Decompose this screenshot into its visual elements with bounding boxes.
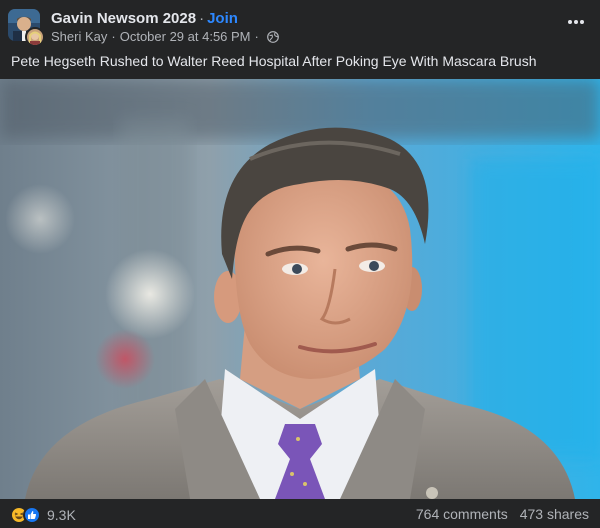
separator-dot: · <box>199 10 205 27</box>
post-timestamp-link[interactable]: October 29 at 4:56 PM <box>120 29 251 44</box>
reactions-summary[interactable]: 9.3K <box>10 506 76 524</box>
post-caption: Pete Hegseth Rushed to Walter Reed Hospi… <box>11 53 537 69</box>
facebook-post: Gavin Newsom 2028 · Join Sheri Kay · Octob… <box>0 0 600 528</box>
separator-dot: · <box>111 29 116 44</box>
separator-dot: · <box>254 29 259 44</box>
post-stats: 764 comments 473 shares <box>416 506 589 522</box>
author-avatar[interactable] <box>25 27 45 47</box>
post-title-line: Gavin Newsom 2028 · Join <box>51 10 238 27</box>
photo-of-man-in-gray-suit-icon <box>0 79 600 499</box>
more-options-icon[interactable] <box>564 14 588 30</box>
comments-count-link[interactable]: 764 comments <box>416 506 508 522</box>
shares-count-link[interactable]: 473 shares <box>520 506 589 522</box>
reaction-count: 9.3K <box>47 507 76 523</box>
avatar-stack[interactable] <box>8 9 45 47</box>
post-footer: 9.3K 764 comments 473 shares <box>0 500 600 528</box>
globe-icon <box>266 30 279 43</box>
author-name-link[interactable]: Sheri Kay <box>51 29 107 44</box>
group-name-link[interactable]: Gavin Newsom 2028 <box>51 10 196 27</box>
join-button[interactable]: Join <box>207 10 238 27</box>
like-icon <box>23 506 41 524</box>
post-header: Gavin Newsom 2028 · Join Sheri Kay · Octob… <box>0 0 600 50</box>
post-meta-line: Sheri Kay · October 29 at 4:56 PM · <box>51 29 279 44</box>
post-photo[interactable] <box>0 79 600 499</box>
